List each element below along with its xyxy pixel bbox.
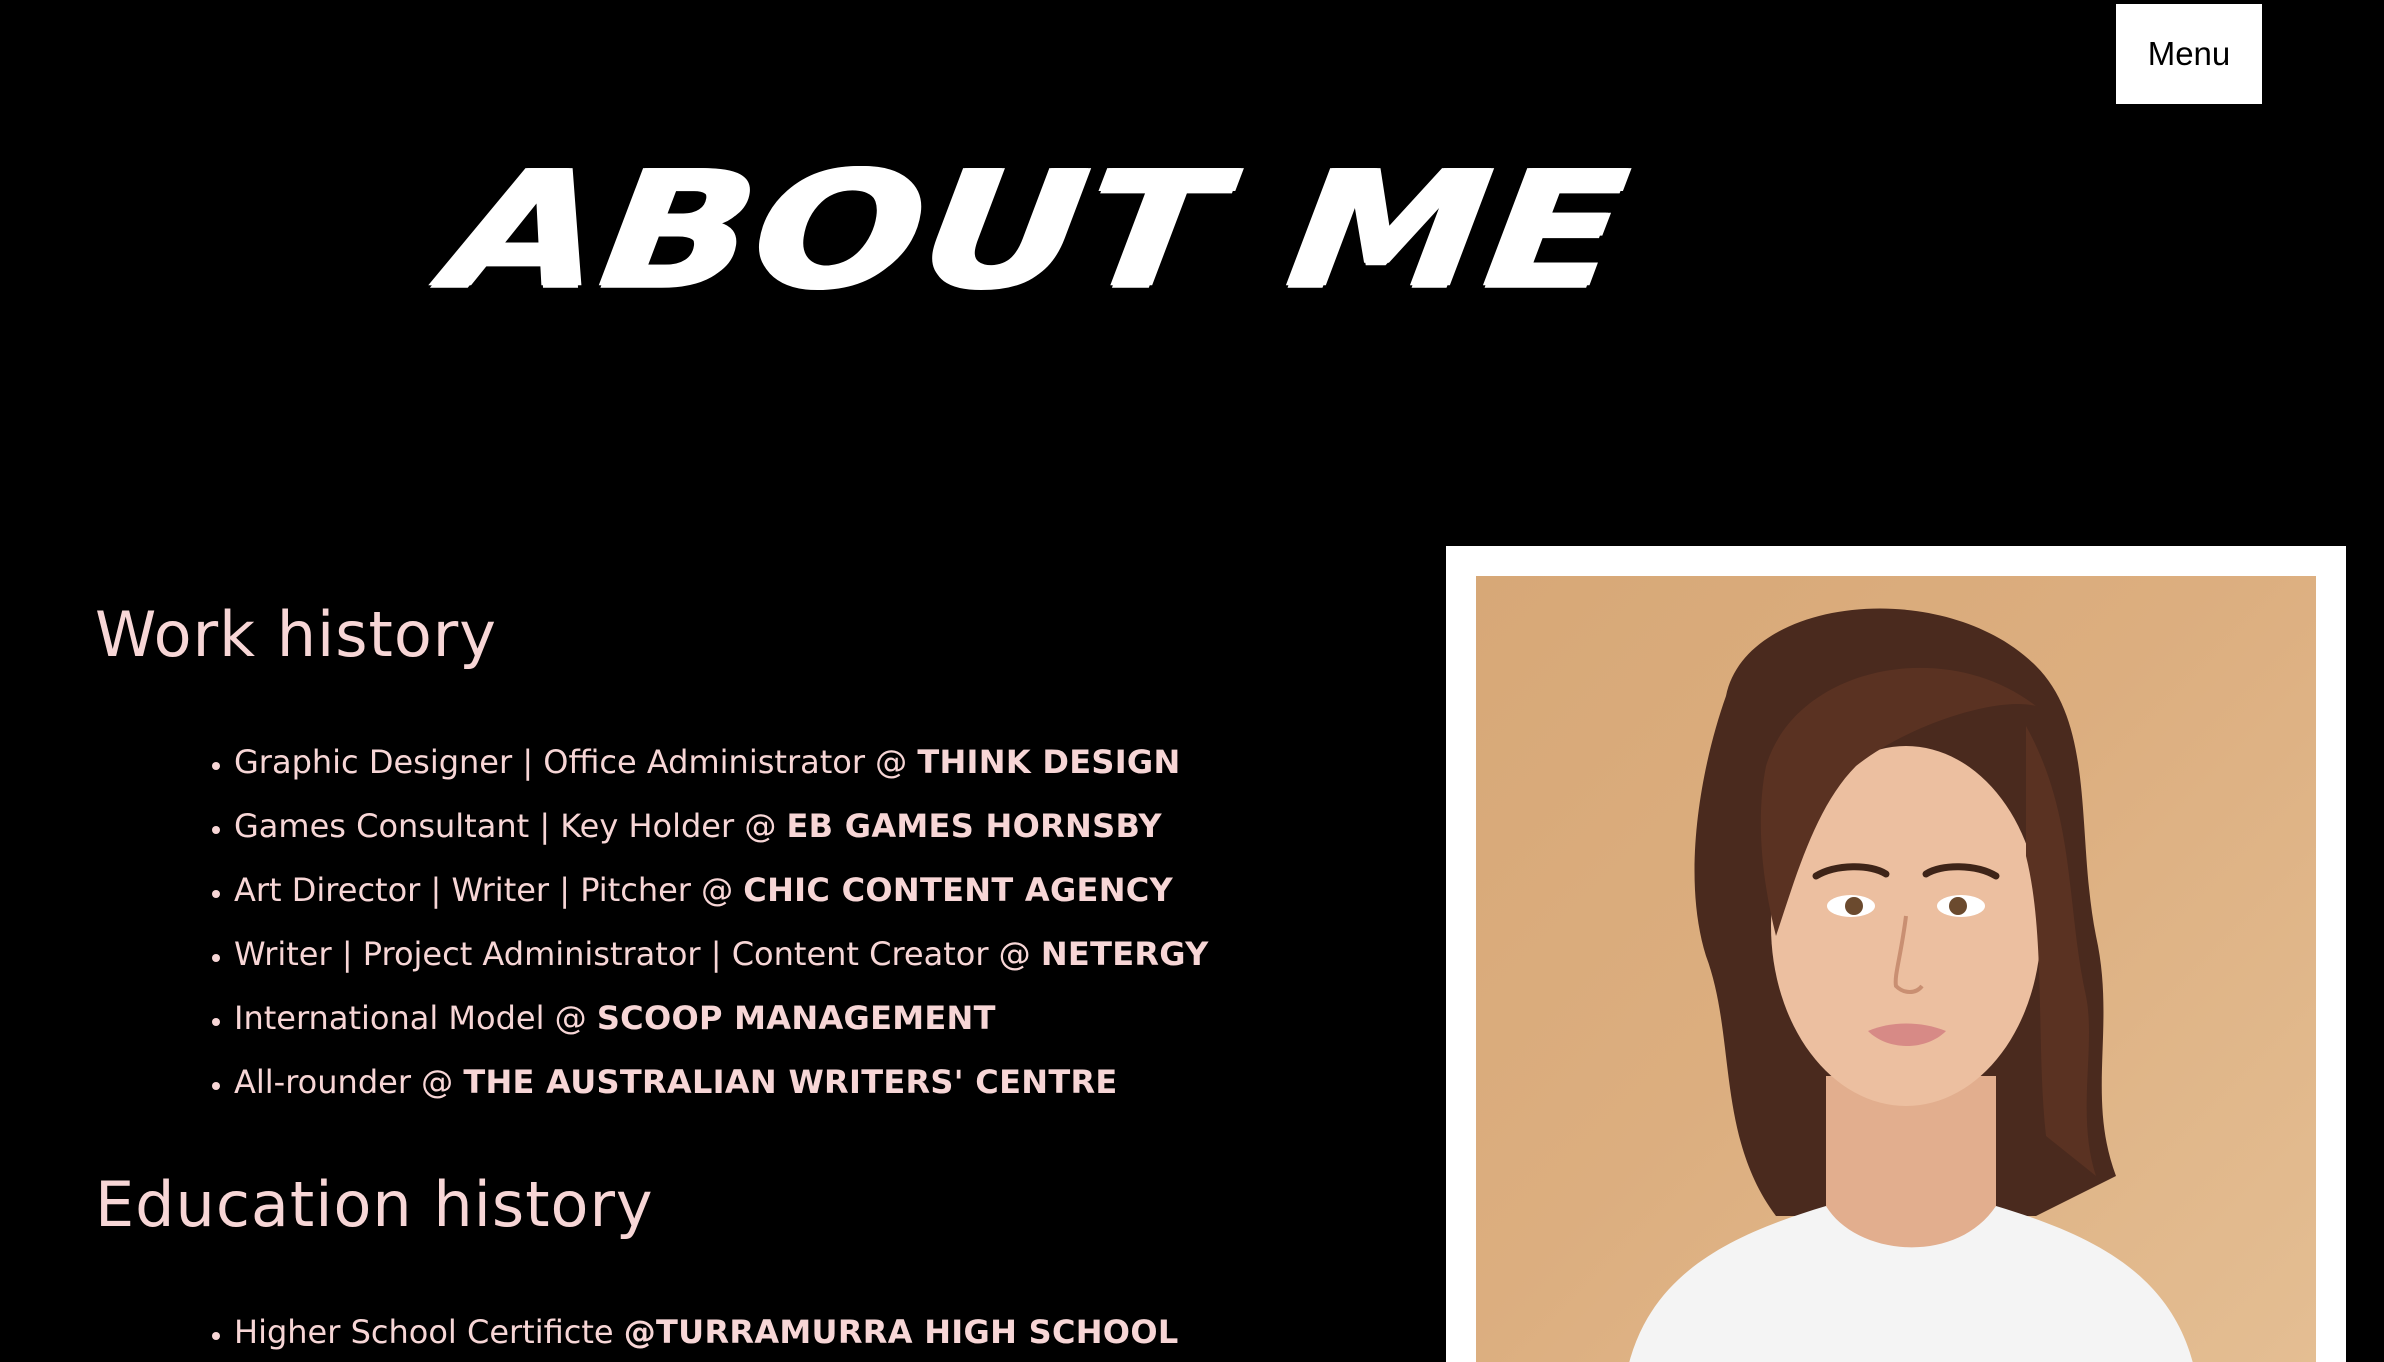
job-role: Art Director | Writer | Pitcher @ <box>234 871 744 909</box>
page-title: About me <box>437 136 1638 324</box>
job-role: International Model @ <box>234 999 597 1037</box>
list-item: Writer | Project Administrator | Content… <box>234 922 1209 986</box>
job-role: Games Consultant | Key Holder @ <box>234 807 787 845</box>
job-role: Graphic Designer | Office Administrator … <box>234 743 918 781</box>
work-history-list: Graphic Designer | Office Administrator … <box>200 730 1209 1114</box>
list-item: Graphic Designer | Office Administrator … <box>234 730 1209 794</box>
education-history-heading: Education history <box>95 1168 654 1241</box>
list-item: Games Consultant | Key Holder @ EB GAMES… <box>234 794 1209 858</box>
education-history-list: Higher School Certificte @TURRAMURRA HIG… <box>200 1300 1179 1362</box>
qualification: Higher School Certificte <box>234 1313 624 1351</box>
portrait-illustration <box>1629 608 2193 1362</box>
job-role: All-rounder @ <box>234 1063 464 1101</box>
company-name: THE AUSTRALIAN WRITERS' CENTRE <box>463 1063 1118 1101</box>
school-name: @TURRAMURRA HIGH SCHOOL <box>623 1313 1179 1351</box>
work-history-heading: Work history <box>95 598 497 671</box>
company-name: EB GAMES HORNSBY <box>786 807 1162 845</box>
portrait-frame <box>1446 546 2346 1362</box>
portrait-photo <box>1476 576 2316 1362</box>
company-name: THINK DESIGN <box>917 743 1181 781</box>
list-item: All-rounder @ THE AUSTRALIAN WRITERS' CE… <box>234 1050 1209 1114</box>
list-item: Higher School Certificte @TURRAMURRA HIG… <box>234 1300 1179 1362</box>
company-name: NETERGY <box>1040 935 1209 973</box>
list-item: Art Director | Writer | Pitcher @ CHIC C… <box>234 858 1209 922</box>
menu-button[interactable]: Menu <box>2116 4 2262 104</box>
list-item: International Model @ SCOOP MANAGEMENT <box>234 986 1209 1050</box>
company-name: CHIC CONTENT AGENCY <box>743 871 1174 909</box>
job-role: Writer | Project Administrator | Content… <box>234 935 1041 973</box>
company-name: SCOOP MANAGEMENT <box>596 999 996 1037</box>
